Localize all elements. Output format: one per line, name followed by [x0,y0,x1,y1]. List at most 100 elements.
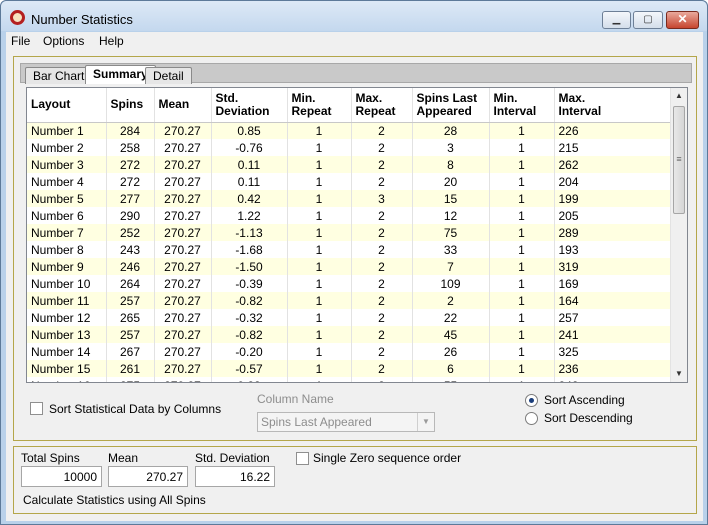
header-spins[interactable]: Spins [106,88,155,123]
header-spins-last-appeared[interactable]: Spins Last Appeared [412,88,490,123]
cell-spins-last-appeared: 12 [412,207,490,224]
sort-ascending-label: Sort Ascending [544,393,625,407]
cell-std-deviation: 0.42 [211,190,288,207]
cell-min-interval: 1 [489,275,555,292]
cell-mean: 270.27 [154,241,212,258]
tab-bar-chart[interactable]: Bar Chart [25,67,93,84]
cell-min-interval: 1 [489,377,555,382]
cell-mean: 270.27 [154,207,212,224]
table-row[interactable]: Number 8 243 270.27 -1.68 1 2 33 1 193 [27,241,671,258]
cell-max-repeat: 2 [351,377,413,382]
menu-file[interactable]: File [11,34,30,48]
total-spins-label: Total Spins [21,451,80,465]
table-row[interactable]: Number 6 290 270.27 1.22 1 2 12 1 205 [27,207,671,224]
table-row[interactable]: Number 5 277 270.27 0.42 1 3 15 1 199 [27,190,671,207]
close-button[interactable]: ✕ [666,11,699,29]
cell-max-repeat: 2 [351,224,413,241]
cell-max-interval: 205 [554,207,671,224]
cell-spins: 252 [106,224,155,241]
sort-ascending-radio[interactable] [525,394,538,407]
table-row[interactable]: Number 1 284 270.27 0.85 1 2 28 1 226 [27,122,671,139]
cell-spins: 264 [106,275,155,292]
cell-layout: Number 8 [27,241,107,258]
cell-min-interval: 1 [489,224,555,241]
scroll-up-arrow-icon[interactable]: ▲ [671,88,687,104]
table-row[interactable]: Number 14 267 270.27 -0.20 1 2 26 1 325 [27,343,671,360]
table-row[interactable]: Number 2 258 270.27 -0.76 1 2 3 1 215 [27,139,671,156]
sort-descending-radio[interactable] [525,412,538,425]
tab-detail[interactable]: Detail [145,67,192,84]
table-row[interactable]: Number 15 261 270.27 -0.57 1 2 6 1 236 [27,360,671,377]
table-row[interactable]: Number 10 264 270.27 -0.39 1 2 109 1 169 [27,275,671,292]
cell-mean: 270.27 [154,139,212,156]
cell-max-interval: 248 [554,377,671,382]
cell-max-interval: 289 [554,224,671,241]
cell-max-interval: 319 [554,258,671,275]
cell-mean: 270.27 [154,156,212,173]
header-max-repeat[interactable]: Max. Repeat [351,88,413,123]
total-spins-value: 10000 [21,466,102,487]
table-row[interactable]: Number 11 257 270.27 -0.82 1 2 2 1 164 [27,292,671,309]
single-zero-checkbox[interactable] [296,452,309,465]
cell-layout: Number 2 [27,139,107,156]
header-min-interval[interactable]: Min. Interval [489,88,555,123]
cell-min-interval: 1 [489,139,555,156]
cell-min-repeat: 1 [287,258,352,275]
table-row[interactable]: Number 12 265 270.27 -0.32 1 2 22 1 257 [27,309,671,326]
scroll-thumb[interactable]: ≡ [673,106,685,214]
app-roulette-icon [10,10,25,25]
cell-min-repeat: 1 [287,360,352,377]
menu-help[interactable]: Help [99,34,124,48]
cell-layout: Number 13 [27,326,107,343]
cell-spins-last-appeared: 8 [412,156,490,173]
header-max-interval[interactable]: Max. Interval [554,88,671,123]
tab-strip: Bar Chart Summary Detail [20,63,692,84]
table-row[interactable]: Number 7 252 270.27 -1.13 1 2 75 1 289 [27,224,671,241]
table-row[interactable]: Number 13 257 270.27 -0.82 1 2 45 1 241 [27,326,671,343]
menu-options[interactable]: Options [43,34,84,48]
cell-spins: 275 [106,377,155,382]
cell-spins-last-appeared: 20 [412,173,490,190]
mean-value: 270.27 [108,466,188,487]
table-vertical-scrollbar[interactable]: ▲ ≡ ▼ [670,88,687,382]
header-mean[interactable]: Mean [154,88,212,123]
header-std-deviation[interactable]: Std. Deviation [211,88,288,123]
cell-layout: Number 12 [27,309,107,326]
maximize-button[interactable]: ▢ [633,11,663,29]
cell-mean: 270.27 [154,224,212,241]
table-row[interactable]: Number 3 272 270.27 0.11 1 2 8 1 262 [27,156,671,173]
header-min-repeat[interactable]: Min. Repeat [287,88,352,123]
table-row[interactable]: Number 4 272 270.27 0.11 1 2 20 1 204 [27,173,671,190]
cell-min-repeat: 1 [287,207,352,224]
table-row[interactable]: Number 16275270.270.2812551248 [27,377,671,382]
cell-std-deviation: 0.11 [211,156,288,173]
minimize-button[interactable]: ▁ [602,11,631,29]
cell-max-interval: 325 [554,343,671,360]
header-layout[interactable]: Layout [27,88,107,123]
cell-max-interval: 262 [554,156,671,173]
table-row[interactable]: Number 9 246 270.27 -1.50 1 2 7 1 319 [27,258,671,275]
cell-spins-last-appeared: 45 [412,326,490,343]
scroll-down-arrow-icon[interactable]: ▼ [671,366,687,382]
menu-bar: File Options Help [6,32,703,52]
dropdown-arrow-icon[interactable]: ▼ [417,413,434,431]
column-name-value: Spins Last Appeared [261,415,372,429]
cell-min-interval: 1 [489,190,555,207]
cell-min-repeat: 1 [287,275,352,292]
cell-std-deviation: 0.11 [211,173,288,190]
sort-by-columns-checkbox[interactable] [30,402,43,415]
cell-min-repeat: 1 [287,343,352,360]
cell-max-repeat: 2 [351,241,413,258]
cell-layout: Number 10 [27,275,107,292]
totals-group: Total Spins 10000 Mean 270.27 Std. Devia… [13,446,697,514]
cell-max-repeat: 2 [351,360,413,377]
cell-spins-last-appeared: 3 [412,139,490,156]
column-name-dropdown[interactable]: Spins Last Appeared ▼ [257,412,435,432]
cell-mean: 270.27 [154,377,212,382]
cell-max-repeat: 2 [351,122,413,139]
cell-min-interval: 1 [489,173,555,190]
cell-mean: 270.27 [154,360,212,377]
title-bar[interactable]: Number Statistics ▁ ▢ ✕ [1,1,707,31]
cell-std-deviation: 0.28 [211,377,288,382]
cell-max-interval: 241 [554,326,671,343]
